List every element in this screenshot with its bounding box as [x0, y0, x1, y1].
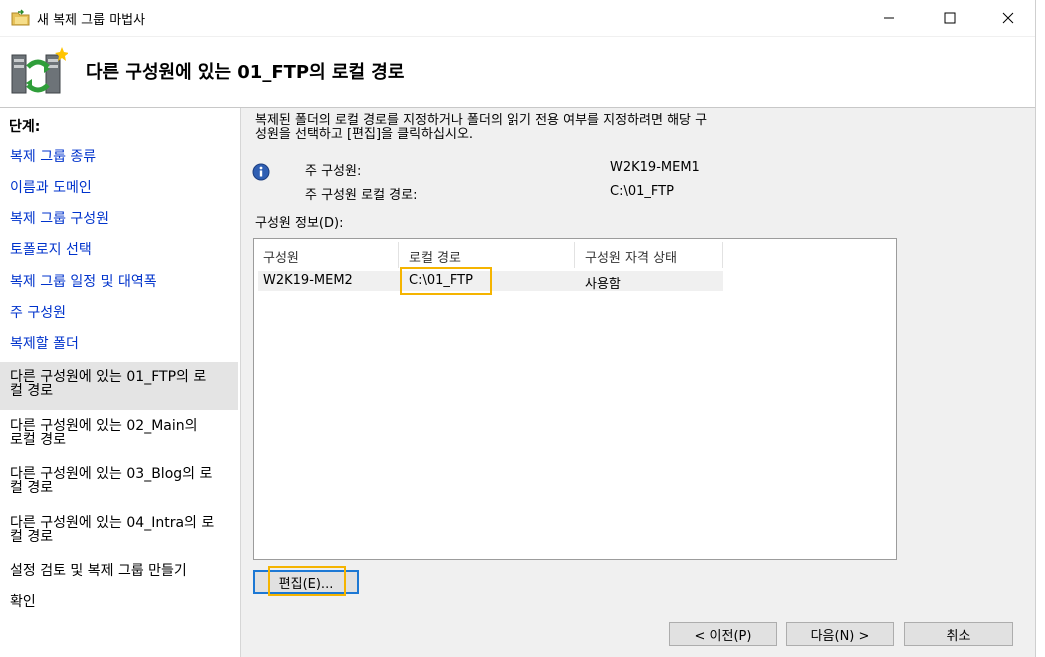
- step-replication-group-type[interactable]: 복제 그룹 종류: [0, 150, 238, 164]
- primary-path-label: 주 구성원 로컬 경로:: [305, 188, 418, 203]
- minimize-icon: [884, 17, 894, 19]
- step-group-members[interactable]: 복제 그룹 구성원: [0, 212, 238, 226]
- title-bar[interactable]: 새 복제 그룹 마법사: [0, 0, 1035, 36]
- window-title: 새 복제 그룹 마법사: [37, 13, 146, 28]
- maximize-icon: [944, 12, 956, 24]
- replication-folder-icon: [11, 9, 30, 26]
- step-topology[interactable]: 토폴로지 선택: [0, 243, 238, 257]
- step-name-and-domain[interactable]: 이름과 도메인: [0, 181, 238, 195]
- dfs-replication-icon: [11, 47, 68, 94]
- column-divider[interactable]: [574, 242, 575, 268]
- instructions-text: 복제된 폴더의 로컬 경로를 지정하거나 폴더의 읽기 전용 여부를 지정하려면…: [255, 113, 708, 142]
- cancel-button[interactable]: 취소: [904, 622, 1013, 646]
- membership-status-cell: 사용함: [585, 277, 621, 292]
- column-header-membership-status[interactable]: 구성원 자격 상태: [585, 247, 677, 266]
- page-title: 다른 구성원에 있는 01_FTP의 로컬 경로: [86, 62, 405, 83]
- column-divider[interactable]: [398, 242, 399, 268]
- wizard-header: 다른 구성원에 있는 01_FTP의 로컬 경로: [0, 37, 1035, 108]
- back-button[interactable]: < 이전(P): [669, 622, 777, 646]
- step-local-path-01-ftp: 다른 구성원에 있는 01_FTP의 로 컬 경로: [0, 362, 238, 410]
- highlight-box: [400, 267, 492, 295]
- primary-member-label: 주 구성원:: [305, 164, 362, 179]
- step-folders-to-replicate[interactable]: 복제할 폴더: [0, 337, 238, 351]
- close-icon: [1002, 12, 1014, 24]
- step-review-and-create: 설정 검토 및 복제 그룹 만들기: [10, 563, 187, 579]
- wizard-window: 새 복제 그룹 마법사 다른 구성원에 있는 01_FTP의 로컬 경로 단계:…: [0, 0, 1036, 657]
- next-button[interactable]: 다음(N) >: [786, 622, 894, 646]
- column-divider[interactable]: [722, 242, 723, 268]
- column-header-member[interactable]: 구성원: [263, 247, 299, 266]
- step-local-path-04-intra: 다른 구성원에 있는 04_Intra의 로 컬 경로: [10, 515, 215, 545]
- maximize-button[interactable]: [927, 0, 973, 36]
- step-primary-member[interactable]: 주 구성원: [0, 306, 238, 320]
- steps-heading: 단계:: [9, 119, 41, 135]
- close-button[interactable]: [985, 0, 1031, 36]
- step-confirmation: 확인: [10, 594, 36, 610]
- highlight-box: [268, 566, 346, 596]
- member-list[interactable]: 구성원 로컬 경로 구성원 자격 상태 W2K19-MEM2 C:\01_FTP…: [253, 238, 897, 560]
- primary-member-value: W2K19-MEM1: [610, 160, 700, 175]
- step-local-path-03-blog: 다른 구성원에 있는 03_Blog의 로 컬 경로: [10, 466, 213, 496]
- member-info-label: 구성원 정보(D):: [255, 216, 344, 231]
- column-header-local-path[interactable]: 로컬 경로: [409, 247, 461, 266]
- step-schedule-bandwidth[interactable]: 복제 그룹 일정 및 대역폭: [0, 275, 238, 289]
- member-cell: W2K19-MEM2: [263, 273, 353, 288]
- steps-sidebar: 단계: 복제 그룹 종류 이름과 도메인 복제 그룹 구성원 토폴로지 선택 복…: [0, 108, 241, 657]
- info-icon: [252, 163, 270, 181]
- step-local-path-02-main: 다른 구성원에 있는 02_Main의 로컬 경로: [10, 418, 198, 448]
- minimize-button[interactable]: [866, 0, 912, 36]
- primary-path-value: C:\01_FTP: [610, 184, 674, 199]
